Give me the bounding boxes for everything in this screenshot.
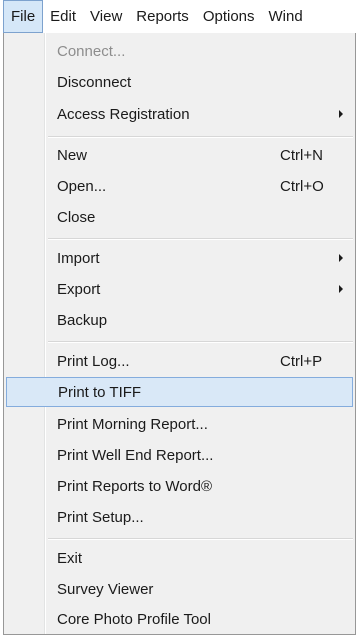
menu-options[interactable]: Options [196, 0, 262, 33]
menu-item-label: Core Photo Profile Tool [57, 610, 211, 628]
menu-reports[interactable]: Reports [129, 0, 196, 33]
menu-item-exit[interactable]: Exit [6, 543, 353, 573]
menu-item-label: Survey Viewer [57, 580, 154, 598]
menu-item-close[interactable]: Close [6, 202, 353, 232]
menu-item-disconnect[interactable]: Disconnect [6, 67, 353, 97]
menu-item-label: Backup [57, 311, 108, 329]
menu-item-label: Import [57, 249, 100, 267]
menu-separator [48, 538, 353, 540]
menu-item-label: Export [57, 280, 101, 298]
menu-item-print-setup[interactable]: Print Setup... [6, 502, 353, 532]
menu-item-print-well-end-report[interactable]: Print Well End Report... [6, 440, 353, 470]
menu-item-print-morning-report[interactable]: Print Morning Report... [6, 409, 353, 439]
submenu-arrow-icon [339, 110, 343, 118]
menu-item-shortcut: Ctrl+P [280, 352, 323, 370]
menu-bar: File Edit View Reports Options Wind [0, 0, 357, 33]
menu-item-label: Print Morning Report... [57, 415, 208, 433]
menu-item-print-reports-to-word[interactable]: Print Reports to Word® [6, 471, 353, 501]
submenu-arrow-icon [339, 254, 343, 262]
file-dropdown-menu: Connect... Disconnect Access Registratio… [3, 33, 356, 635]
menu-item-shortcut: Ctrl+O [280, 177, 324, 195]
menu-window[interactable]: Wind [262, 0, 310, 33]
menu-item-label: Close [57, 208, 96, 226]
menu-item-label: Disconnect [57, 73, 132, 91]
menu-item-label: Print Log... [57, 352, 130, 370]
menu-item-label: Open... [57, 177, 107, 195]
menu-item-new[interactable]: New Ctrl+N [6, 140, 353, 170]
menu-separator [48, 136, 353, 138]
menu-item-print-to-tiff[interactable]: Print to TIFF [6, 377, 353, 407]
menu-item-import[interactable]: Import [6, 243, 353, 273]
menu-separator [48, 238, 353, 240]
menu-item-backup[interactable]: Backup [6, 305, 353, 335]
menu-item-label: Exit [57, 549, 83, 567]
menu-file[interactable]: File [3, 0, 44, 33]
menu-item-export[interactable]: Export [6, 274, 353, 304]
menu-item-connect: Connect... [6, 36, 353, 66]
menu-edit[interactable]: Edit [43, 0, 83, 33]
menu-item-label: Print Setup... [57, 508, 144, 526]
menu-item-core-photo-profile-tool[interactable]: Core Photo Profile Tool [6, 604, 353, 634]
menu-item-label: Print Reports to Word® [57, 477, 212, 495]
menu-item-label: Access Registration [57, 105, 190, 123]
menu-item-open[interactable]: Open... Ctrl+O [6, 171, 353, 201]
menu-item-shortcut: Ctrl+N [280, 146, 323, 164]
menu-item-label: New [57, 146, 88, 164]
menu-view[interactable]: View [83, 0, 129, 33]
menu-separator [48, 341, 353, 343]
menu-item-label: Connect... [57, 42, 126, 60]
menu-item-label: Print Well End Report... [57, 446, 214, 464]
menu-item-print-log[interactable]: Print Log... Ctrl+P [6, 346, 353, 376]
submenu-arrow-icon [339, 285, 343, 293]
menu-item-label: Print to TIFF [58, 383, 142, 401]
menu-item-access-registration[interactable]: Access Registration [6, 99, 353, 129]
menu-item-survey-viewer[interactable]: Survey Viewer [6, 574, 353, 604]
